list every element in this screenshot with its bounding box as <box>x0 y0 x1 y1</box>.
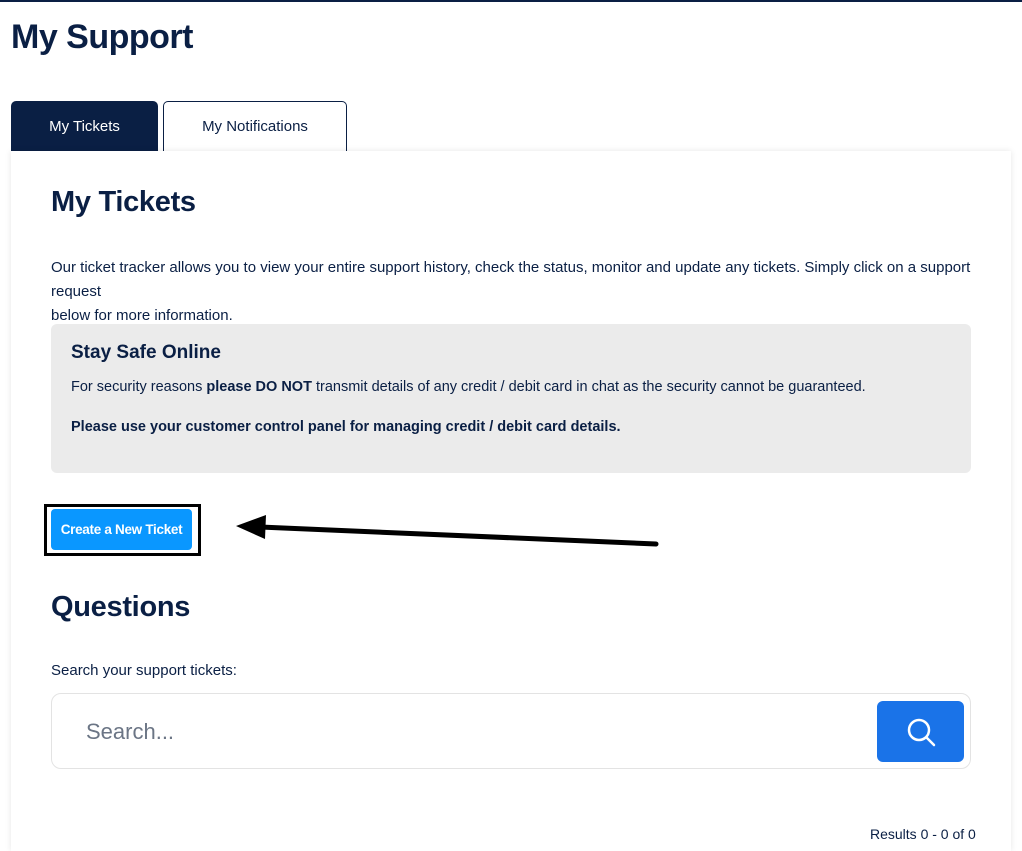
search-icon <box>907 718 935 746</box>
page-title: My Support <box>11 18 193 56</box>
create-ticket-button[interactable]: Create a New Ticket <box>51 509 192 550</box>
notice-security-prefix: For security reasons <box>71 379 207 395</box>
tickets-intro-line2: below for more information. <box>51 307 233 324</box>
tickets-intro: Our ticket tracker allows you to view yo… <box>51 256 971 328</box>
arrow-annotation <box>236 515 659 547</box>
stay-safe-notice: Stay Safe Online For security reasons pl… <box>51 324 971 473</box>
search-label: Search your support tickets: <box>51 662 237 679</box>
search-input[interactable] <box>84 710 868 754</box>
tickets-heading: My Tickets <box>51 186 196 218</box>
search-button[interactable] <box>877 701 964 762</box>
results-count: Results 0 - 0 of 0 <box>870 826 976 842</box>
notice-security-bold: please DO NOT <box>206 379 312 395</box>
notice-title: Stay Safe Online <box>71 342 221 363</box>
notice-control-panel-text: Please use your customer control panel f… <box>71 419 621 435</box>
top-border <box>0 0 1022 2</box>
search-bar <box>51 693 971 769</box>
questions-heading: Questions <box>51 591 191 623</box>
notice-security-suffix: transmit details of any credit / debit c… <box>311 379 866 395</box>
notice-security-text: For security reasons please DO NOT trans… <box>71 379 866 395</box>
tab-my-tickets[interactable]: My Tickets <box>11 101 158 151</box>
tickets-intro-line1: Our ticket tracker allows you to view yo… <box>51 259 971 300</box>
tab-my-notifications[interactable]: My Notifications <box>163 101 347 151</box>
